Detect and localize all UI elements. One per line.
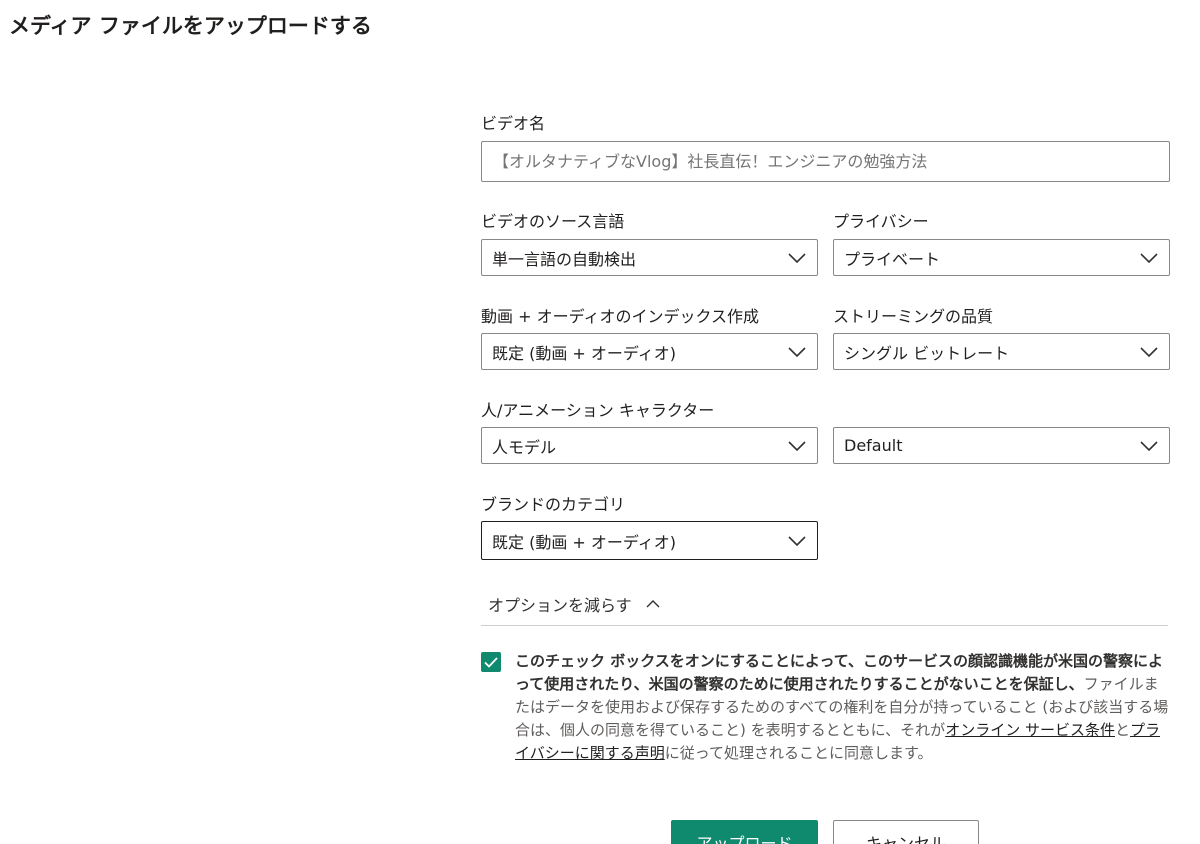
chevron-down-icon <box>1139 251 1159 265</box>
consent-strong-text: このチェック ボックスをオンにすることによって、このサービスの顔認識機能が米国の… <box>515 652 1163 693</box>
upload-media-page: メディア ファイルをアップロードする ビデオ名 ビデオのソース言語 単一言語の自… <box>0 0 1200 844</box>
page-title: メディア ファイルをアップロードする <box>9 14 372 38</box>
streaming-quality-select[interactable]: シングル ビットレート <box>833 333 1170 370</box>
brand-category-label: ブランドのカテゴリ <box>481 495 626 514</box>
fewer-options-toggle[interactable]: オプションを減らす <box>488 592 660 616</box>
chevron-down-icon <box>787 439 807 453</box>
people-model-value: 人モデル <box>492 437 557 457</box>
chevron-down-icon <box>1139 345 1159 359</box>
consent-text-part-2: と <box>1114 721 1130 739</box>
chevron-down-icon <box>787 345 807 359</box>
animation-model-select[interactable]: Default <box>833 427 1170 464</box>
brand-category-select[interactable]: 既定 (動画 + オーディオ) <box>481 521 818 560</box>
people-model-select[interactable]: 人モデル <box>481 427 818 464</box>
online-service-terms-link[interactable]: オンライン サービス条件 <box>945 721 1115 739</box>
fewer-options-label: オプションを減らす <box>488 596 632 615</box>
video-name-label: ビデオ名 <box>481 114 546 133</box>
indexing-label: 動画 + オーディオのインデックス作成 <box>481 307 759 326</box>
consent-text-part-3: に従って処理されることに同意します。 <box>664 744 933 762</box>
people-animation-label: 人/アニメーション キャラクター <box>481 401 715 420</box>
checkmark-icon <box>484 656 498 668</box>
chevron-down-icon <box>1139 439 1159 453</box>
indexing-value: 既定 (動画 + オーディオ) <box>492 343 677 363</box>
consent-checkbox[interactable] <box>481 652 501 672</box>
streaming-quality-label: ストリーミングの品質 <box>833 307 994 326</box>
streaming-quality-value: シングル ビットレート <box>844 343 1010 363</box>
animation-model-value: Default <box>844 436 903 455</box>
chevron-up-icon <box>646 600 660 608</box>
video-name-input[interactable] <box>481 141 1170 182</box>
cancel-button[interactable]: キャンセル <box>833 820 979 844</box>
brand-category-value: 既定 (動画 + オーディオ) <box>492 532 677 552</box>
source-language-select[interactable]: 単一言語の自動検出 <box>481 239 818 276</box>
upload-button[interactable]: アップロード <box>671 820 818 844</box>
indexing-select[interactable]: 既定 (動画 + オーディオ) <box>481 333 818 370</box>
source-language-value: 単一言語の自動検出 <box>492 249 637 269</box>
privacy-label: プライバシー <box>833 212 929 231</box>
consent-text: このチェック ボックスをオンにすることによって、このサービスの顔認識機能が米国の… <box>515 650 1170 765</box>
privacy-value: プライベート <box>844 249 941 269</box>
source-language-label: ビデオのソース言語 <box>481 212 625 231</box>
privacy-select[interactable]: プライベート <box>833 239 1170 276</box>
section-divider <box>481 625 1168 626</box>
chevron-down-icon <box>787 251 807 265</box>
chevron-down-icon <box>787 534 807 548</box>
